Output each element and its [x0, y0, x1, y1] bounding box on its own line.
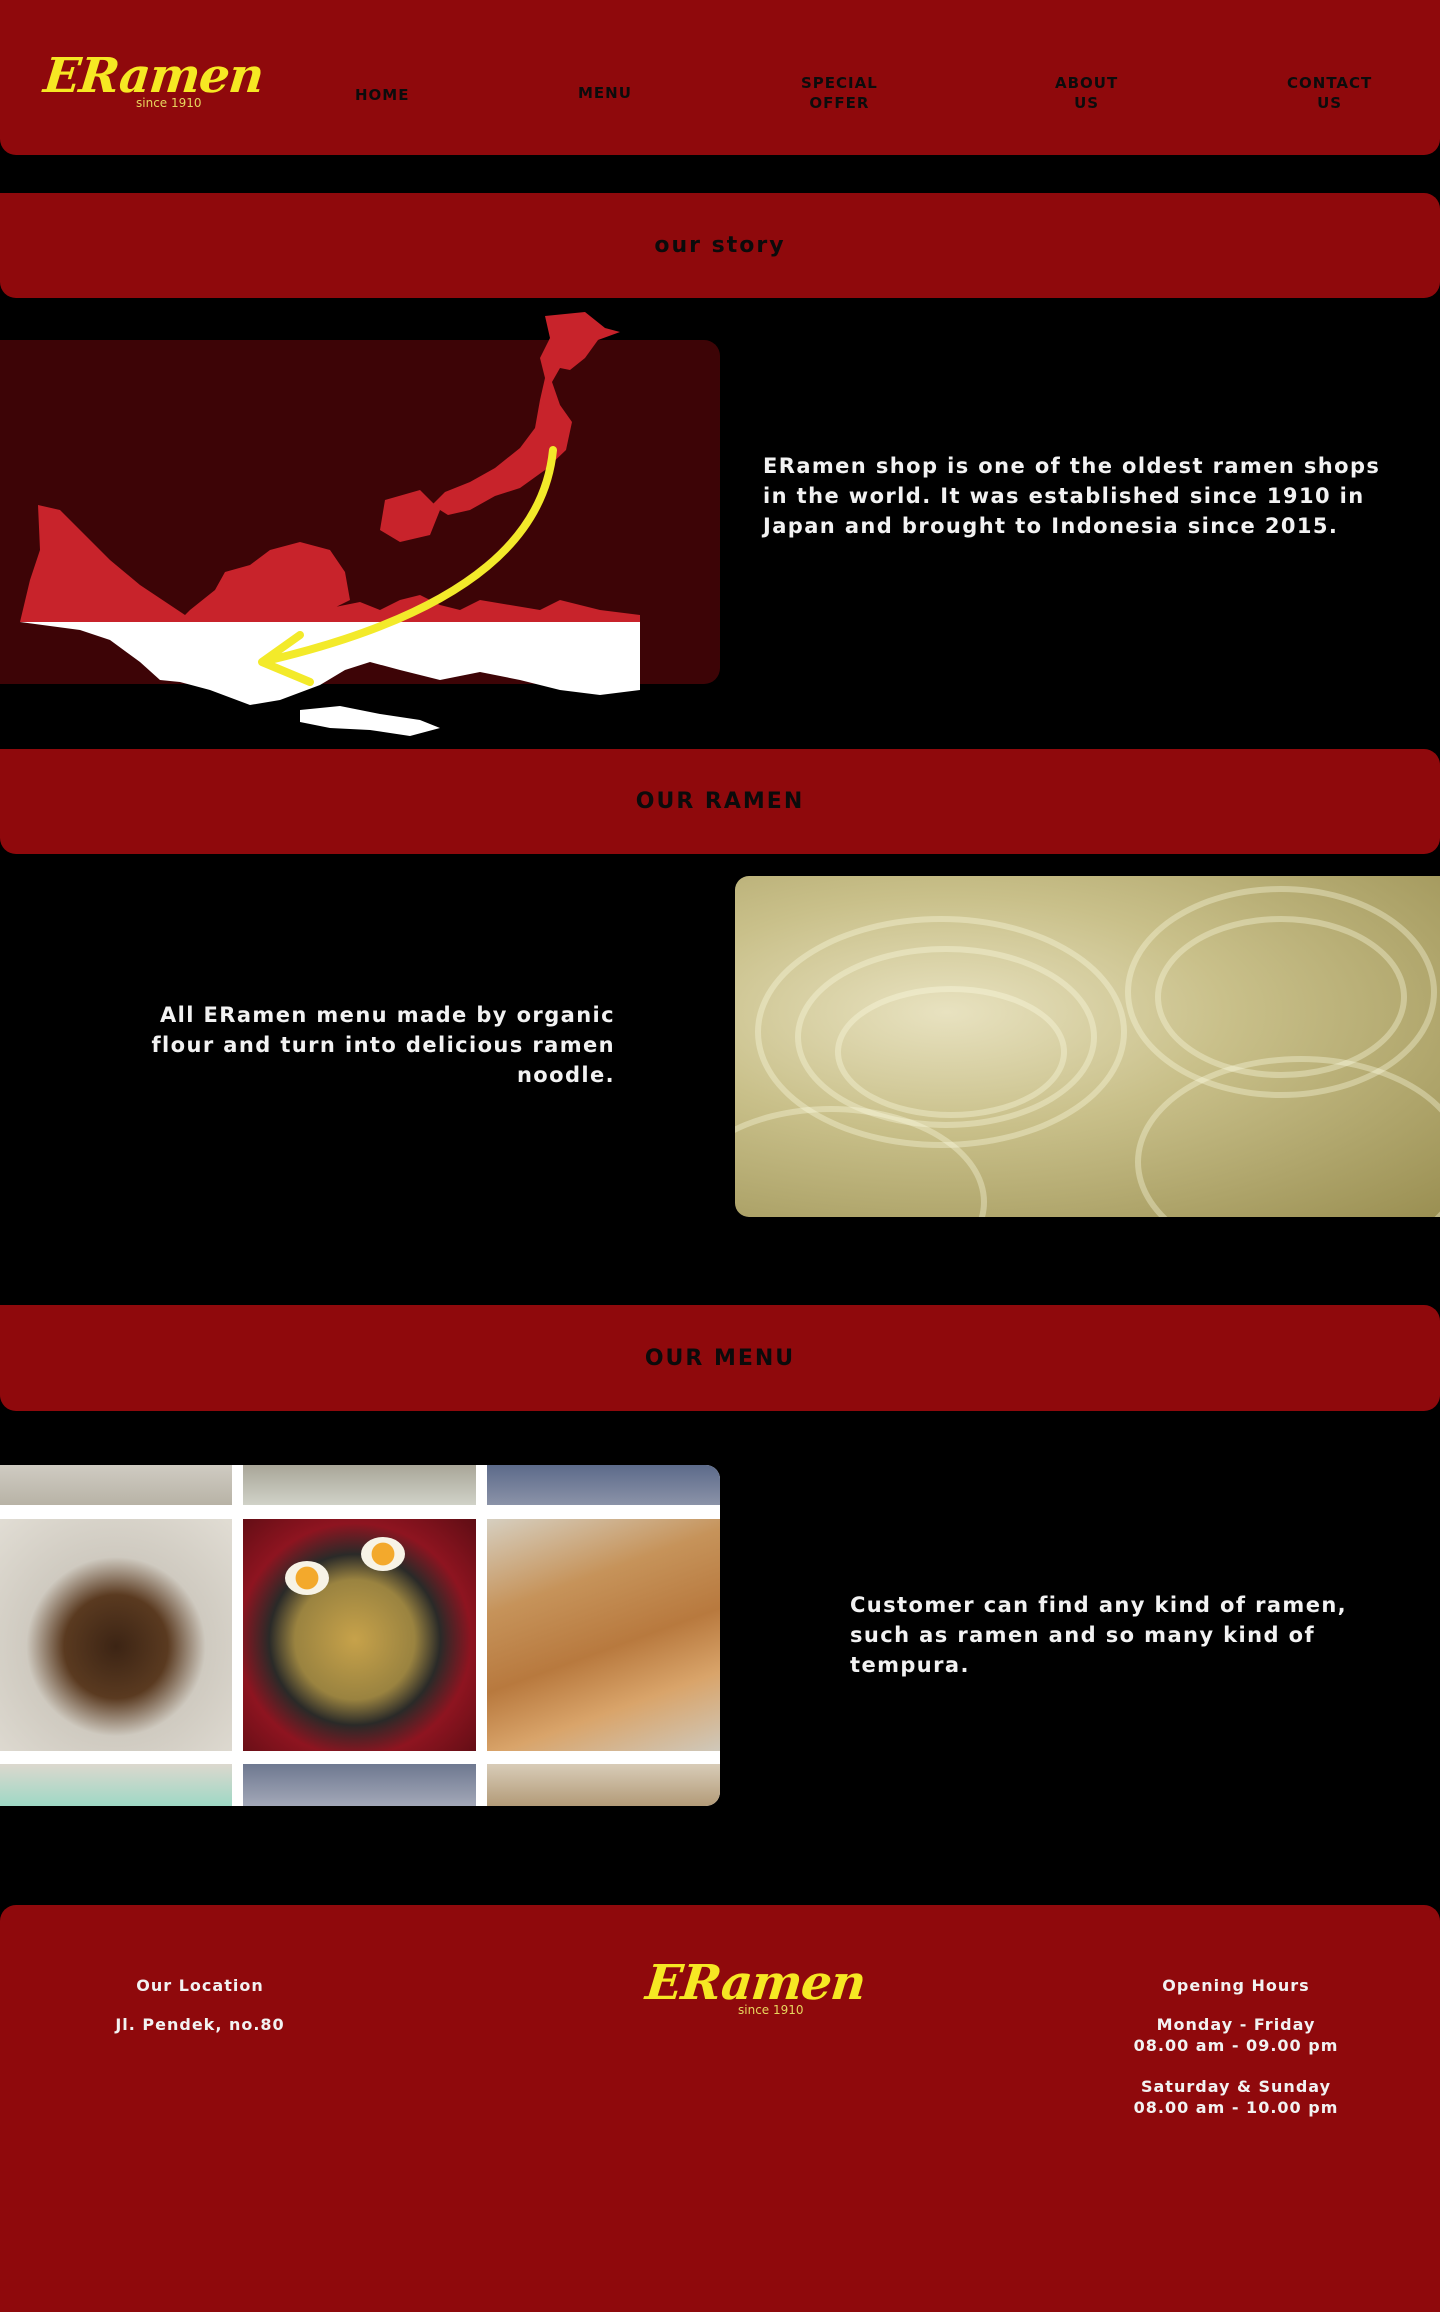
nav-about-us[interactable]: ABOUT US	[1055, 73, 1118, 113]
food-photo-top-right	[487, 1465, 720, 1505]
nav-special-label-1: SPECIAL	[801, 74, 878, 92]
footer-logo[interactable]: ERamen since 1910	[643, 1955, 868, 2017]
footer-opening-hours: Opening Hours Monday - Friday 08.00 am -…	[1090, 1975, 1382, 2118]
nav-home-label: HOME	[355, 86, 410, 104]
weekend-days: Saturday & Sunday	[1140, 2077, 1332, 2096]
weekday-hours: 08.00 am - 09.00 pm	[1133, 2036, 1339, 2055]
location-title: Our Location	[136, 1976, 264, 1995]
egg-right	[361, 1537, 405, 1571]
ramen-heading: OUR RAMEN	[635, 789, 805, 814]
story-text: ERamen shop is one of the oldest ramen s…	[763, 454, 1381, 538]
site-header: ERamen since 1910 HOME MENU SPECIAL OFFE…	[0, 0, 1440, 155]
lesser-islands-shape	[300, 706, 440, 736]
ramen-bowl-photo	[243, 1519, 476, 1751]
weekend-hours: 08.00 am - 10.00 pm	[1133, 2098, 1339, 2117]
tofu-dish-photo	[0, 1519, 232, 1751]
nav-home[interactable]: HOME	[355, 85, 409, 105]
story-heading: our story	[654, 233, 786, 258]
menu-heading: OUR MENU	[644, 1345, 796, 1371]
egg-left	[285, 1561, 329, 1595]
footer-location: Our Location Jl. Pendek, no.80	[60, 1975, 340, 2035]
nav-special-label-2: OFFER	[809, 94, 870, 112]
story-heading-bar: our story	[0, 193, 1440, 298]
indonesia-red-shape	[20, 505, 640, 622]
food-photo-bottom-middle	[243, 1764, 476, 1806]
logo-text: ERamen	[41, 48, 266, 104]
weekday-days: Monday - Friday	[1156, 2015, 1316, 2034]
korea-china-shape	[380, 490, 440, 542]
nav-about-label-2: US	[1074, 94, 1100, 112]
nav-about-label-1: ABOUT	[1055, 74, 1119, 92]
spring-rolls-photo	[487, 1519, 720, 1751]
ramen-heading-bar: OUR RAMEN	[0, 749, 1440, 854]
ramen-text: All ERamen menu made by organic flour an…	[151, 1003, 615, 1087]
site-footer: Our Location Jl. Pendek, no.80 ERamen si…	[0, 1905, 1440, 2312]
food-photo-top-left	[0, 1465, 232, 1505]
food-photo-top-middle	[243, 1465, 476, 1505]
nav-menu[interactable]: MENU	[578, 83, 632, 103]
food-photo-bottom-right	[487, 1764, 720, 1806]
footer-logo-text: ERamen	[643, 1955, 868, 2011]
location-address: Jl. Pendek, no.80	[115, 2015, 285, 2034]
nav-contact-us[interactable]: CONTACT US	[1287, 73, 1372, 113]
food-photo-bottom-left	[0, 1764, 232, 1806]
nav-contact-label-2: US	[1317, 94, 1343, 112]
nav-special-offer[interactable]: SPECIAL OFFER	[801, 73, 878, 113]
japan-shape	[432, 312, 620, 515]
nav-contact-label-1: CONTACT	[1287, 74, 1373, 92]
brand-logo[interactable]: ERamen since 1910	[41, 48, 266, 110]
menu-heading-bar: OUR MENU	[0, 1305, 1440, 1411]
indonesia-white-shape	[20, 622, 640, 705]
food-photo-grid	[0, 1465, 720, 1806]
japan-indonesia-map-illustration	[20, 312, 640, 736]
ramen-noodles-image	[735, 876, 1440, 1217]
hours-title: Opening Hours	[1162, 1976, 1310, 1995]
menu-text: Customer can find any kind of ramen, suc…	[850, 1593, 1348, 1677]
nav-menu-label: MENU	[578, 84, 632, 102]
